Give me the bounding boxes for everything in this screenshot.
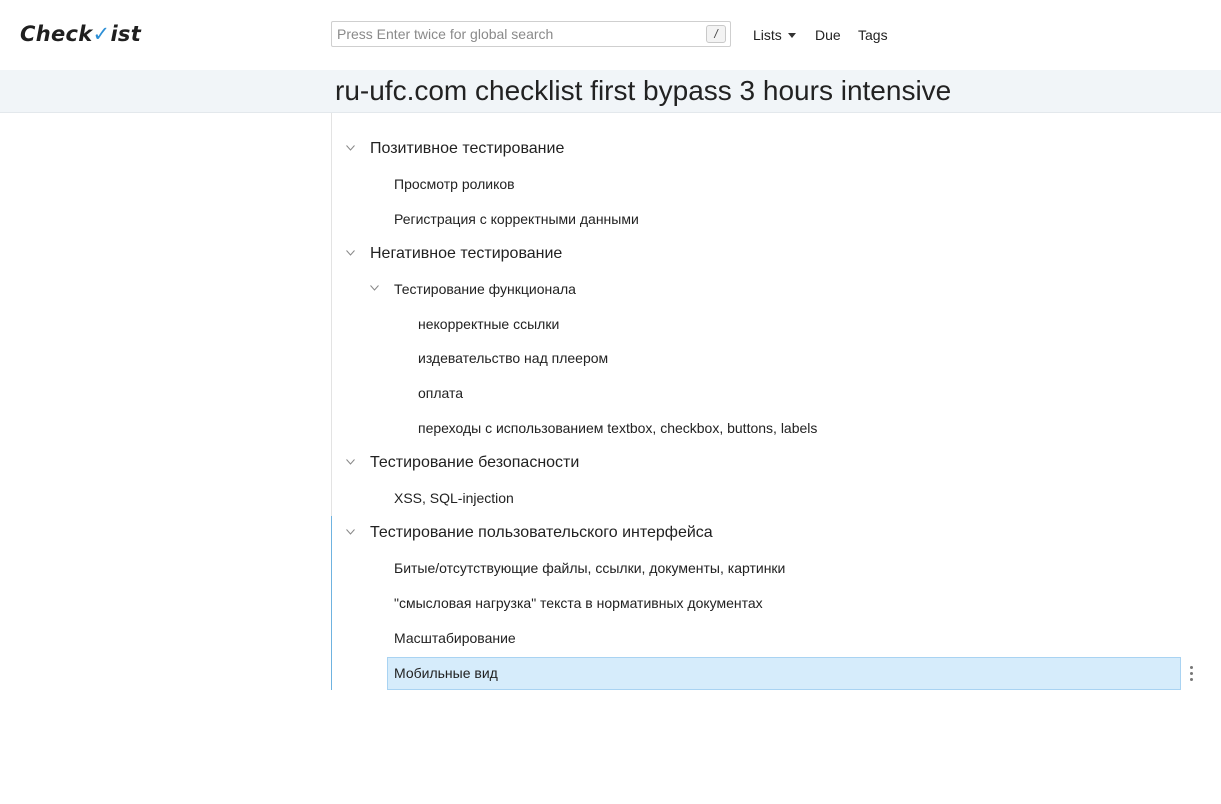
top-header: Check✓ist / Lists Due Tags (0, 0, 1221, 70)
checklist-item-label: Тестирование пользовательского интерфейс… (370, 524, 713, 541)
checklist-item[interactable]: Масштабирование (0, 622, 1181, 654)
checklist-item-label: Тестирование безопасности (370, 454, 580, 471)
checklist-item-label: оплата (418, 385, 464, 401)
checklist-item[interactable]: Тестирование функционала (0, 273, 1181, 305)
checklist-item[interactable]: некорректные ссылки (0, 308, 1181, 340)
checklist-section[interactable]: Позитивное тестирование (0, 133, 1181, 165)
checklist-item-label: XSS, SQL-injection (394, 490, 514, 506)
checklist-item-label: Битые/отсутствующие файлы, ссылки, докум… (394, 560, 786, 576)
search-shortcut-key: / (706, 25, 726, 43)
checklist-item[interactable]: Мобильные вид (0, 657, 1181, 689)
checklist-item-label: переходы с использованием textbox, check… (418, 420, 818, 436)
checklist-item[interactable]: XSS, SQL-injection (0, 482, 1181, 514)
nav-lists-dropdown[interactable]: Lists (753, 27, 796, 43)
checklist-item-label: некорректные ссылки (418, 316, 560, 332)
logo-text-end: ist (110, 22, 142, 46)
more-options-icon[interactable] (1188, 665, 1196, 683)
checklist-item[interactable]: издевательство над плеером (0, 342, 1181, 374)
checklist-item-label: Регистрация с корректными данными (394, 211, 639, 227)
checklist-section[interactable]: Негативное тестирование (0, 238, 1181, 270)
logo-check-mark: ✓ (92, 22, 111, 46)
checklist-section[interactable]: Тестирование безопасности (0, 447, 1181, 479)
checkvist-logo[interactable]: Check✓ist (20, 20, 141, 48)
global-search-box[interactable]: / (331, 21, 731, 47)
list-title-bar: ru-ufc.com checklist first bypass 3 hour… (0, 70, 1221, 113)
checklist-item-label: Негативное тестирование (370, 245, 563, 262)
checklist-item[interactable]: "смысловая нагрузка" текста в нормативны… (0, 587, 1181, 619)
checklist-item[interactable]: Регистрация с корректными данными (0, 203, 1181, 235)
chevron-down-icon[interactable] (370, 285, 379, 293)
checklist-item-label: Масштабирование (394, 630, 516, 646)
checklist-item-label: Просмотр роликов (394, 176, 515, 192)
checklist-item-label: Тестирование функционала (394, 281, 576, 297)
checklist-item-label: "смысловая нагрузка" текста в нормативны… (394, 595, 763, 611)
checklist-item[interactable]: переходы с использованием textbox, check… (0, 412, 1181, 444)
checklist-item-label: издевательство над плеером (418, 350, 609, 366)
caret-down-icon (787, 33, 796, 38)
chevron-down-icon[interactable] (346, 145, 355, 153)
chevron-down-icon[interactable] (346, 250, 355, 258)
checklist-item-label: Позитивное тестирование (370, 140, 565, 157)
chevron-down-icon[interactable] (346, 529, 355, 537)
page-title[interactable]: ru-ufc.com checklist first bypass 3 hour… (335, 73, 951, 109)
nav-tags-link[interactable]: Tags (858, 27, 888, 43)
global-search-input[interactable] (337, 24, 697, 44)
checklist-item[interactable]: оплата (0, 377, 1181, 409)
chevron-down-icon[interactable] (346, 459, 355, 467)
checklist-item-label: Мобильные вид (394, 665, 498, 681)
nav-lists-label: Lists (753, 27, 782, 43)
nav-due-link[interactable]: Due (815, 27, 841, 43)
checklist-item[interactable]: Просмотр роликов (0, 168, 1181, 200)
checklist-section[interactable]: Тестирование пользовательского интерфейс… (0, 517, 1181, 549)
logo-text-start: Check (20, 22, 93, 46)
checklist-item[interactable]: Битые/отсутствующие файлы, ссылки, докум… (0, 552, 1181, 584)
